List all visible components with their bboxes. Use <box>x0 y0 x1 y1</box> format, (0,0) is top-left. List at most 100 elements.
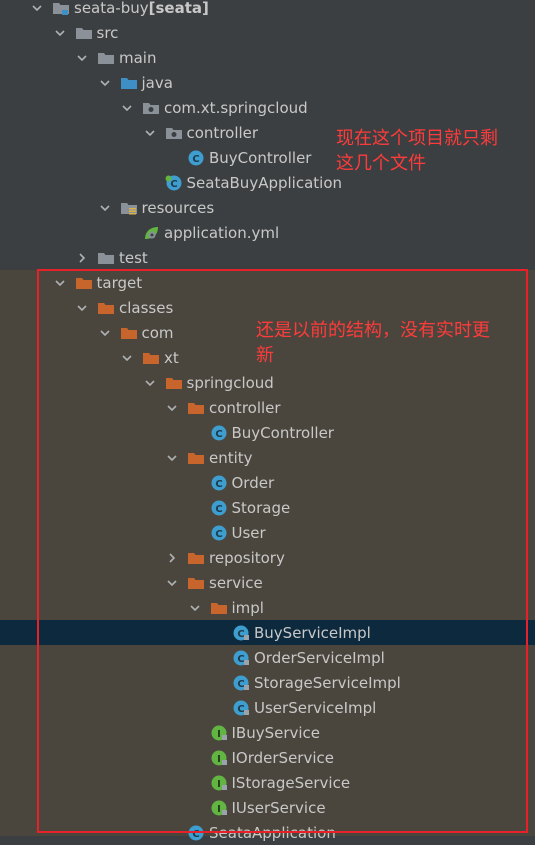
chevron-down-icon[interactable] <box>121 352 133 364</box>
tree-item-label: application.yml <box>164 223 280 242</box>
chevron-down-icon[interactable] <box>99 77 111 89</box>
tree-item-seata-buy[interactable]: seata-buy [seata] <box>0 0 535 20</box>
tree-item-repository[interactable]: repository <box>0 545 535 570</box>
chevron-right-icon[interactable] <box>76 252 88 264</box>
annotation-bottom: 还是以前的结构，没有实时更 新 <box>256 318 490 368</box>
module-suffix: [seata] <box>148 0 209 17</box>
tree-item-label: classes <box>119 298 174 317</box>
tree-item-label: SeataBuyApplication <box>186 173 343 192</box>
interface-icon: I <box>210 725 228 741</box>
tree-item-label: BuyServiceImpl <box>254 623 371 642</box>
tree-item-classes[interactable]: classes <box>0 295 535 320</box>
class-icon: C <box>210 425 228 441</box>
svg-text:C: C <box>192 154 199 165</box>
svg-text:C: C <box>215 504 222 515</box>
tree-item-label: BuyController <box>209 148 312 167</box>
tree-item-src[interactable]: src <box>0 20 535 45</box>
tree-item-application-yml[interactable]: application.yml <box>0 220 535 245</box>
class-icon: C <box>187 825 205 841</box>
chevron-down-icon[interactable] <box>31 2 43 14</box>
folder-icon <box>97 300 115 316</box>
tree-item-orderserviceimpl[interactable]: C OrderServiceImpl <box>0 645 535 670</box>
tree-item-label: IUserService <box>231 798 326 817</box>
folder-icon <box>187 550 205 566</box>
tree-item-label: Storage <box>231 498 291 517</box>
interface-icon: I <box>210 750 228 766</box>
chevron-down-icon[interactable] <box>76 302 88 314</box>
tree-item-resources[interactable]: resources <box>0 195 535 220</box>
chevron-down-icon[interactable] <box>144 377 156 389</box>
svg-text:I: I <box>217 729 221 740</box>
tree-item-istorageservice[interactable]: I IStorageService <box>0 770 535 795</box>
tree-item-label: repository <box>209 548 285 567</box>
tree-item-label: target <box>96 273 143 292</box>
svg-text:C: C <box>192 829 199 840</box>
chevron-down-icon[interactable] <box>99 327 111 339</box>
folder-icon <box>187 400 205 416</box>
tree-item-label: test <box>119 248 148 267</box>
tree-item-label: src <box>96 23 119 42</box>
tree-item-seataapplication[interactable]: C SeataApplication <box>0 820 535 845</box>
tree-item-label: controller <box>209 398 281 417</box>
chevron-down-icon[interactable] <box>54 277 66 289</box>
chevron-right-icon[interactable] <box>166 552 178 564</box>
folder-icon <box>97 50 115 66</box>
tree-item-storage[interactable]: C Storage <box>0 495 535 520</box>
tree-item-label: seata-buy <box>74 0 149 17</box>
tree-item-controller[interactable]: controller <box>0 395 535 420</box>
chevron-down-icon[interactable] <box>76 52 88 64</box>
chevron-down-icon[interactable] <box>166 577 178 589</box>
tree-item-iuserservice[interactable]: I IUserService <box>0 795 535 820</box>
tree-item-service[interactable]: service <box>0 570 535 595</box>
tree-item-java[interactable]: java <box>0 70 535 95</box>
tree-item-main[interactable]: main <box>0 45 535 70</box>
annotation-top-line1: 现在这个项目就只剩 <box>336 128 498 149</box>
tree-item-test[interactable]: test <box>0 245 535 270</box>
folder-icon <box>187 575 205 591</box>
svg-text:I: I <box>217 754 221 765</box>
tree-item-entity[interactable]: entity <box>0 445 535 470</box>
tree-item-springcloud[interactable]: springcloud <box>0 370 535 395</box>
tree-item-user[interactable]: C User <box>0 520 535 545</box>
chevron-down-icon[interactable] <box>54 27 66 39</box>
tree-item-label: entity <box>209 448 253 467</box>
tree-item-userserviceimpl[interactable]: C UserServiceImpl <box>0 695 535 720</box>
source-folder-icon <box>120 75 138 91</box>
tree-item-label: SeataApplication <box>209 823 336 842</box>
tree-item-storageserviceimpl[interactable]: C StorageServiceImpl <box>0 670 535 695</box>
chevron-down-icon[interactable] <box>99 202 111 214</box>
tree-item-label: User <box>231 523 266 542</box>
tree-item-order[interactable]: C Order <box>0 470 535 495</box>
tree-item-impl[interactable]: impl <box>0 595 535 620</box>
folder-icon <box>97 250 115 266</box>
svg-text:C: C <box>237 629 244 640</box>
chevron-down-icon[interactable] <box>189 602 201 614</box>
class-icon: C <box>210 525 228 541</box>
tree-item-target[interactable]: target <box>0 270 535 295</box>
tree-item-label: xt <box>164 348 179 367</box>
tree-item-label: StorageServiceImpl <box>254 673 401 692</box>
tree-item-iorderservice[interactable]: I IOrderService <box>0 745 535 770</box>
class-icon: C <box>210 500 228 516</box>
tree-item-com-xt-springcloud[interactable]: com.xt.springcloud <box>0 95 535 120</box>
folder-icon <box>142 350 160 366</box>
chevron-down-icon[interactable] <box>121 102 133 114</box>
svg-text:I: I <box>217 779 221 790</box>
chevron-down-icon[interactable] <box>144 127 156 139</box>
annotation-top: 现在这个项目就只剩 这几个文件 <box>336 126 498 176</box>
tree-item-label: com.xt.springcloud <box>164 98 308 117</box>
folder-icon <box>75 25 93 41</box>
folder-icon <box>165 375 183 391</box>
interface-icon: I <box>210 800 228 816</box>
svg-text:C: C <box>237 679 244 690</box>
chevron-down-icon[interactable] <box>166 452 178 464</box>
chevron-down-icon[interactable] <box>166 402 178 414</box>
annotation-bottom-line2: 新 <box>256 345 274 366</box>
tree-item-buyserviceimpl[interactable]: C BuyServiceImpl <box>0 620 535 645</box>
compiled-class-icon: C <box>232 700 250 716</box>
compiled-class-icon: C <box>232 650 250 666</box>
svg-text:C: C <box>237 704 244 715</box>
tree-item-buycontroller[interactable]: C BuyController <box>0 420 535 445</box>
tree-item-ibuyservice[interactable]: I IBuyService <box>0 720 535 745</box>
folder-icon <box>75 275 93 291</box>
